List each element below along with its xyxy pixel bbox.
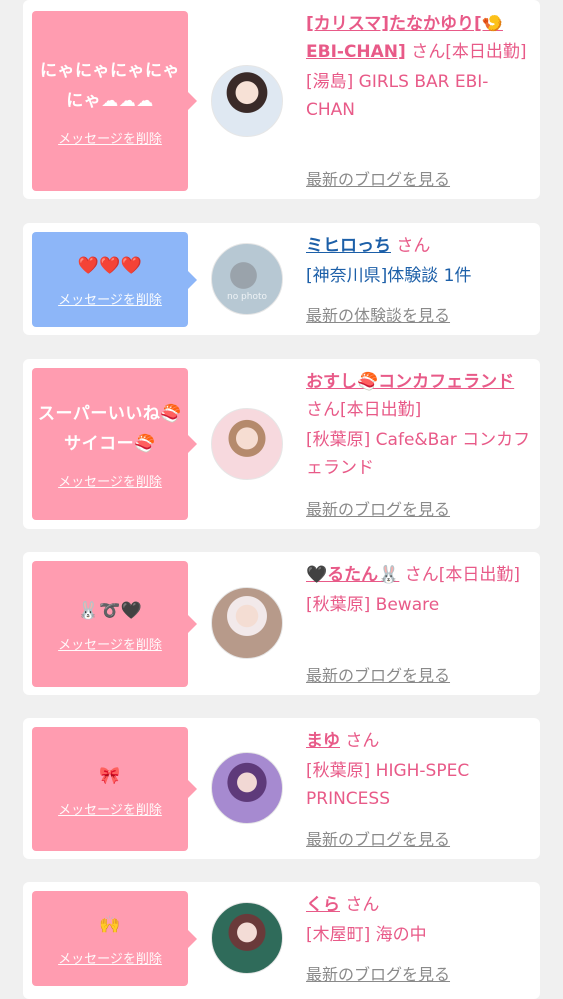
shop-info: [湯島] GIRLS BAR EBI-CHAN (306, 72, 489, 120)
message-bubble: 🐰➰🖤 メッセージを削除 (32, 561, 197, 687)
honorific: さん (404, 565, 439, 585)
latest-blog-link[interactable]: 最新のブログを見る (306, 826, 450, 850)
message-text: 🐰➰🖤 (77, 600, 143, 621)
avatar[interactable] (211, 408, 283, 480)
latest-blog-link[interactable]: 最新のブログを見る (306, 961, 450, 985)
shop-info: [秋葉原] Beware (306, 595, 440, 615)
latest-blog-link[interactable]: 最新のブログを見る (306, 496, 450, 520)
message-list: にゃにゃにゃにゃ にゃ☁☁☁ メッセージを削除 [カリスマ]たなかゆり[🍤EBI… (0, 0, 563, 999)
latest-blog-link[interactable]: 最新のブログを見る (306, 662, 450, 686)
status-label: [本日出勤] (438, 565, 521, 585)
honorific: さん (345, 731, 380, 751)
honorific: さん (306, 400, 340, 420)
message-text: ❤️❤️❤️ (77, 256, 143, 276)
avatar[interactable] (211, 752, 283, 824)
area-info: [神奈川県]体験談 1件 (306, 266, 472, 286)
delete-message-link[interactable]: メッセージを削除 (58, 799, 162, 818)
latest-review-link[interactable]: 最新の体験談を見る (306, 302, 450, 326)
user-name-link[interactable]: 🖤るたん🐰 (306, 565, 399, 585)
no-photo-avatar[interactable]: no photo (211, 243, 283, 315)
message-bubble: ❤️❤️❤️ メッセージを削除 (32, 232, 197, 327)
message-text: サイコー🍣 (64, 433, 156, 454)
status-label: [本日出勤] (340, 400, 422, 420)
message-text: 🎀 (99, 765, 121, 786)
delete-message-link[interactable]: メッセージを削除 (58, 634, 162, 653)
status-label: [本日出勤] (445, 42, 527, 62)
list-item: 🙌 メッセージを削除 くら さん [木屋町] 海の中 最新のブログを見る (23, 882, 540, 999)
user-name-link[interactable]: ミヒロっち (306, 236, 391, 256)
delete-message-link[interactable]: メッセージを削除 (58, 471, 162, 490)
message-text: 🙌 (99, 915, 121, 935)
honorific: さん (396, 236, 431, 256)
user-name-link[interactable]: おすし🍣コンカフェランド (306, 372, 514, 392)
avatar[interactable] (211, 902, 283, 974)
honorific: さん (345, 895, 380, 915)
shop-info: [木屋町] 海の中 (306, 925, 427, 945)
list-item: 🐰➰🖤 メッセージを削除 🖤るたん🐰 さん[本日出勤] [秋葉原] Beware… (23, 552, 540, 695)
list-item: にゃにゃにゃにゃ にゃ☁☁☁ メッセージを削除 [カリスマ]たなかゆり[🍤EBI… (23, 0, 540, 199)
user-name-link[interactable]: くら (306, 895, 340, 915)
message-bubble: 🙌 メッセージを削除 (32, 891, 197, 986)
latest-blog-link[interactable]: 最新のブログを見る (306, 166, 450, 190)
shop-info: [秋葉原] HIGH-SPEC PRINCESS (306, 761, 470, 809)
message-text: にゃにゃにゃにゃ (40, 60, 180, 81)
user-name-link[interactable]: まゆ (306, 731, 340, 751)
avatar[interactable] (211, 587, 283, 659)
message-text: にゃ☁☁☁ (66, 90, 154, 111)
list-item: スーパーいいね🍣 サイコー🍣 メッセージを削除 おすし🍣コンカフェランド さん[… (23, 359, 540, 529)
shop-info: [秋葉原] Cafe&Bar コンカフェランド (306, 430, 531, 478)
message-bubble: にゃにゃにゃにゃ にゃ☁☁☁ メッセージを削除 (32, 11, 197, 191)
avatar-placeholder-text: no photo (226, 292, 268, 302)
message-text: スーパーいいね🍣 (38, 403, 182, 424)
avatar[interactable] (211, 65, 283, 137)
list-item: ❤️❤️❤️ メッセージを削除 no photo ミヒロっち さん [神奈川県]… (23, 223, 540, 335)
honorific: さん (411, 42, 446, 62)
message-bubble: スーパーいいね🍣 サイコー🍣 メッセージを削除 (32, 368, 197, 520)
delete-message-link[interactable]: メッセージを削除 (58, 128, 162, 147)
list-item: 🎀 メッセージを削除 まゆ さん [秋葉原] HIGH-SPEC PRINCES… (23, 718, 540, 859)
message-bubble: 🎀 メッセージを削除 (32, 727, 197, 851)
delete-message-link[interactable]: メッセージを削除 (58, 948, 162, 967)
delete-message-link[interactable]: メッセージを削除 (58, 289, 162, 308)
